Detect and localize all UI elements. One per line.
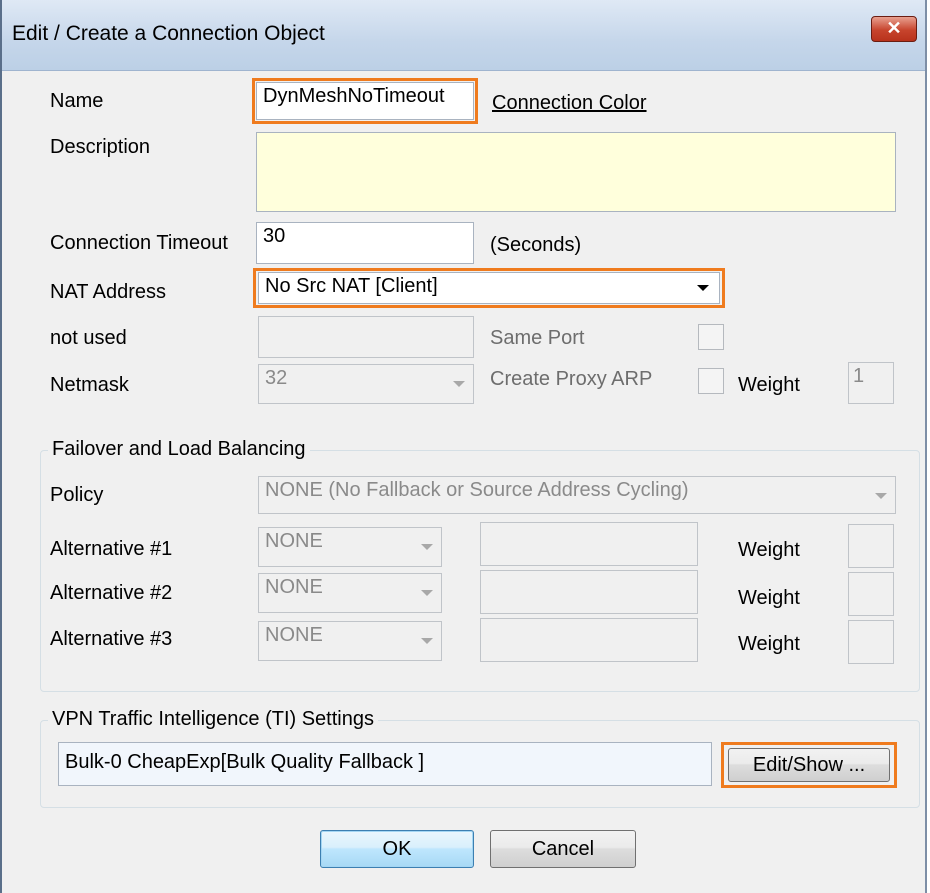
- name-highlight: [252, 78, 478, 124]
- timeout-input[interactable]: 30: [256, 222, 474, 264]
- dialog-title: Edit / Create a Connection Object: [12, 22, 325, 45]
- same-port-checkbox: [698, 324, 724, 350]
- nat-highlight: [253, 268, 725, 308]
- connection-object-dialog: Edit / Create a Connection Object ✕ Name…: [0, 0, 927, 893]
- connection-color-link[interactable]: Connection Color: [492, 92, 647, 115]
- alternative-3-select: NONE: [258, 621, 442, 661]
- chevron-down-icon: [421, 590, 433, 596]
- alternative-3-field: [480, 618, 698, 662]
- same-port-label: Same Port: [490, 327, 585, 349]
- chevron-down-icon: [453, 381, 465, 387]
- alternative-1-field: [480, 522, 698, 566]
- name-label: Name: [50, 90, 104, 112]
- proxy-arp-checkbox: [698, 368, 724, 394]
- title-bar[interactable]: Edit / Create a Connection Object ✕: [2, 0, 925, 71]
- alternative-2-weight: [848, 572, 894, 616]
- alternative-1-select: NONE: [258, 527, 442, 567]
- netmask-label: Netmask: [50, 374, 129, 396]
- alternative-1-label: Alternative #1: [50, 538, 173, 560]
- ti-settings-title: VPN Traffic Intelligence (TI) Settings: [48, 708, 378, 731]
- alternative-2-field: [480, 570, 698, 614]
- chevron-down-icon: [875, 493, 887, 499]
- alternative-3-weight: [848, 620, 894, 664]
- timeout-label: Connection Timeout: [50, 232, 228, 254]
- alternative-2-weight-label: Weight: [738, 587, 800, 609]
- cancel-button[interactable]: Cancel: [490, 830, 636, 868]
- weight-label: Weight: [738, 374, 800, 396]
- description-input[interactable]: [256, 132, 896, 212]
- alternative-2-value: NONE: [265, 576, 323, 598]
- not-used-input: [258, 316, 474, 358]
- alternative-1-value: NONE: [265, 530, 323, 552]
- alternative-1-weight-label: Weight: [738, 539, 800, 561]
- close-icon[interactable]: ✕: [871, 16, 917, 42]
- chevron-down-icon: [421, 544, 433, 550]
- alternative-3-label: Alternative #3: [50, 628, 173, 650]
- alternative-2-select: NONE: [258, 573, 442, 613]
- description-label: Description: [50, 136, 151, 158]
- netmask-value: 32: [265, 367, 288, 389]
- proxy-arp-label: Create Proxy ARP: [490, 368, 653, 390]
- policy-value: NONE (No Fallback or Source Address Cycl…: [265, 479, 689, 501]
- policy-select: NONE (No Fallback or Source Address Cycl…: [258, 476, 896, 514]
- policy-label: Policy: [50, 484, 104, 506]
- edit-show-highlight: [721, 742, 897, 788]
- alternative-2-label: Alternative #2: [50, 582, 173, 604]
- ti-settings-value: Bulk-0 CheapExp[Bulk Quality Fallback ]: [58, 742, 712, 786]
- chevron-down-icon: [421, 638, 433, 644]
- failover-group-title: Failover and Load Balancing: [48, 438, 310, 461]
- weight-input: 1: [848, 362, 894, 404]
- netmask-select: 32: [258, 364, 474, 404]
- alternative-3-weight-label: Weight: [738, 633, 800, 655]
- alternative-1-weight: [848, 524, 894, 568]
- timeout-unit: (Seconds): [490, 234, 582, 256]
- ok-button[interactable]: OK: [320, 830, 474, 868]
- alternative-3-value: NONE: [265, 624, 323, 646]
- not-used-label: not used: [50, 327, 127, 349]
- nat-address-label: NAT Address: [50, 281, 166, 303]
